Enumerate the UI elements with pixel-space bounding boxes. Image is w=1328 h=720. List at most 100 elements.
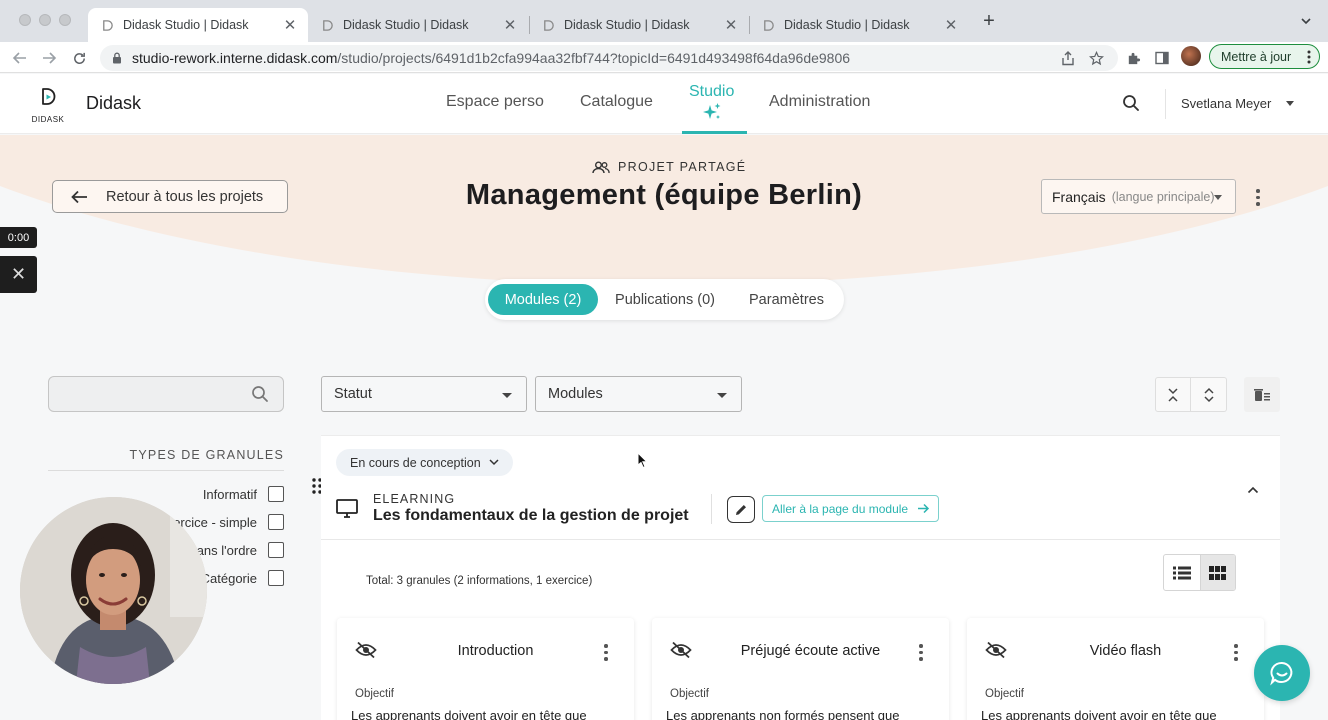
collapse-module-chevron-icon[interactable]: [1247, 481, 1259, 499]
share-icon[interactable]: [1058, 48, 1078, 68]
url-path: /studio/projects/6491d1b2cfa994aa32fbf74…: [337, 50, 851, 66]
lock-icon: [112, 52, 122, 64]
browser-menu-icon[interactable]: [1307, 50, 1311, 67]
arrow-right-icon: [917, 502, 930, 515]
reload-icon[interactable]: [70, 49, 88, 67]
tab-search-chevron-icon[interactable]: [1300, 14, 1312, 32]
status-dropdown[interactable]: Statut: [321, 376, 527, 412]
webcam-overlay: [20, 497, 207, 684]
tab-title: Didask Studio | Didask: [784, 18, 910, 32]
expand-all-button[interactable]: [1191, 377, 1227, 412]
project-menu-icon[interactable]: [1256, 189, 1260, 206]
close-tab-icon[interactable]: ✕: [282, 17, 298, 34]
tab-parametres[interactable]: Paramètres: [735, 284, 838, 315]
granule-objective-label: Objectif: [985, 688, 1024, 700]
back-arrow-icon[interactable]: [11, 49, 29, 67]
granule-card[interactable]: Préjugé écoute active Objectif Les appre…: [652, 618, 949, 720]
grid-view-button[interactable]: [1199, 555, 1235, 590]
granule-card[interactable]: Introduction Objectif Les apprenants doi…: [337, 618, 634, 720]
profile-avatar[interactable]: [1181, 46, 1201, 66]
granule-search-input[interactable]: [48, 376, 284, 412]
user-menu-caret-icon[interactable]: [1286, 101, 1294, 106]
delete-sort-button[interactable]: [1244, 377, 1280, 412]
app-header: DIDASK Didask Espace perso Catalogue Stu…: [0, 74, 1328, 134]
nav-administration[interactable]: Administration: [769, 93, 870, 111]
checkbox[interactable]: [268, 570, 284, 586]
list-view-icon: [1172, 566, 1191, 579]
granule-objective-label: Objectif: [355, 688, 394, 700]
didask-favicon-icon: [320, 18, 334, 32]
granule-title: Vidéo flash: [1089, 643, 1162, 659]
browser-tab-4[interactable]: Didask Studio | Didask ✕: [749, 8, 969, 42]
list-view-button[interactable]: [1164, 555, 1200, 590]
eye-off-icon[interactable]: [985, 641, 1007, 664]
bookmark-star-icon[interactable]: [1086, 48, 1106, 68]
tab-modules[interactable]: Modules (2): [488, 284, 598, 315]
nav-espace-perso[interactable]: Espace perso: [446, 93, 544, 111]
update-browser-button[interactable]: Mettre à jour: [1209, 44, 1320, 69]
language-select[interactable]: Français (langue principale): [1041, 179, 1236, 214]
window-minimize-button[interactable]: [39, 14, 51, 26]
sparkles-icon: [702, 103, 721, 119]
search-icon[interactable]: [1122, 94, 1140, 117]
user-name[interactable]: Svetlana Meyer: [1181, 96, 1271, 111]
didask-logo[interactable]: DIDASK: [30, 86, 66, 124]
goto-module-label: Aller à la page du module: [772, 501, 909, 516]
trash-list-icon: [1254, 388, 1270, 401]
page-title: Management (équipe Berlin): [465, 179, 863, 211]
window-close-button[interactable]: [19, 14, 31, 26]
browser-tab-2[interactable]: Didask Studio | Didask ✕: [308, 8, 528, 42]
checkbox[interactable]: [268, 486, 284, 502]
back-to-projects-button[interactable]: Retour à tous les projets: [52, 180, 288, 213]
modules-dropdown[interactable]: Modules: [535, 376, 742, 412]
recording-close-icon[interactable]: ✕: [0, 256, 37, 293]
grid-view-icon: [1209, 565, 1227, 580]
side-panel-icon[interactable]: [1152, 48, 1172, 68]
granule-menu-icon[interactable]: [604, 644, 608, 661]
extensions-puzzle-icon[interactable]: [1123, 48, 1143, 68]
granule-objective-text: Les apprenants doivent avoir en tête que: [981, 708, 1217, 720]
tab-title: Didask Studio | Didask: [123, 18, 249, 32]
collapse-all-button[interactable]: [1155, 377, 1191, 412]
expand-all-icon: [1203, 387, 1214, 402]
close-tab-icon[interactable]: ✕: [943, 17, 959, 34]
pencil-icon: [736, 504, 746, 515]
language-caret-icon[interactable]: [1214, 195, 1222, 200]
module-card-divider: [321, 539, 1280, 540]
close-tab-icon[interactable]: ✕: [502, 17, 518, 34]
caret-down-icon: [502, 393, 512, 398]
granule-menu-icon[interactable]: [919, 644, 923, 661]
window-zoom-button[interactable]: [59, 14, 71, 26]
edit-module-button[interactable]: [727, 496, 755, 523]
presenter-video-image: [20, 497, 207, 684]
address-bar[interactable]: studio-rework.interne.didask.com/studio/…: [100, 45, 1118, 71]
filter-label: Informatif: [202, 486, 257, 502]
chat-support-button[interactable]: [1254, 645, 1310, 701]
filter-informatif[interactable]: Informatif: [48, 485, 284, 503]
update-label: Mettre à jour: [1221, 49, 1292, 64]
browser-tab-1[interactable]: Didask Studio | Didask ✕: [88, 8, 308, 42]
close-tab-icon[interactable]: ✕: [723, 17, 739, 34]
new-tab-icon[interactable]: +: [980, 11, 998, 31]
shared-project-label: PROJET PARTAGÉ: [592, 160, 746, 174]
checkbox[interactable]: [268, 542, 284, 558]
forward-arrow-icon[interactable]: [40, 49, 58, 67]
tab-publications[interactable]: Publications (0): [603, 284, 727, 315]
tab-title: Didask Studio | Didask: [343, 18, 469, 32]
granule-card[interactable]: Vidéo flash Objectif Les apprenants doiv…: [967, 618, 1264, 720]
browser-tab-bar: Didask Studio | Didask ✕ Didask Studio |…: [0, 0, 1328, 42]
module-status-pill[interactable]: En cours de conception: [336, 449, 513, 476]
caret-down-icon: [717, 393, 727, 398]
eye-off-icon[interactable]: [355, 641, 377, 664]
granule-menu-icon[interactable]: [1234, 644, 1238, 661]
didask-favicon-icon: [541, 18, 555, 32]
eye-off-icon[interactable]: [670, 641, 692, 664]
checkbox[interactable]: [268, 514, 284, 530]
browser-tab-3[interactable]: Didask Studio | Didask ✕: [529, 8, 749, 42]
filter-label: Catégorie: [200, 570, 257, 586]
header-separator: [1165, 89, 1166, 119]
nav-studio[interactable]: Studio: [689, 83, 734, 122]
goto-module-button[interactable]: Aller à la page du module: [762, 495, 940, 522]
language-value: Français: [1052, 188, 1106, 205]
nav-catalogue[interactable]: Catalogue: [580, 93, 653, 111]
